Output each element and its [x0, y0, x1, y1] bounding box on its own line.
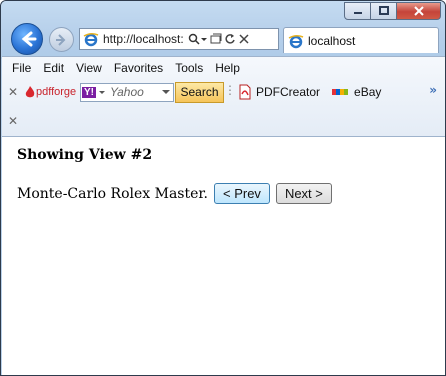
menu-tools[interactable]: Tools — [169, 61, 209, 75]
browser-window: http://localhost: localhost File Edit Vi… — [0, 0, 446, 376]
pdfforge-label: pdfforge — [36, 86, 77, 98]
page-content: Showing View #2 Monte-Carlo Rolex Master… — [2, 136, 445, 375]
pdf-file-icon — [239, 84, 251, 100]
compatibility-view-icon[interactable] — [210, 33, 222, 45]
ebay-label: eBay — [354, 85, 382, 99]
toolbar-grip[interactable]: ⋮ — [224, 83, 236, 101]
ebay-button[interactable]: eBay — [332, 85, 381, 99]
dropdown-arrow-icon[interactable] — [200, 33, 208, 45]
tab-localhost[interactable]: localhost — [283, 27, 439, 53]
search-placeholder: Yahoo — [110, 85, 144, 99]
menu-edit[interactable]: Edit — [37, 61, 70, 75]
stop-icon[interactable] — [238, 33, 250, 45]
dropdown-arrow-icon[interactable] — [161, 87, 171, 97]
chevron-right-icon[interactable]: » — [429, 83, 437, 97]
window-controls — [344, 2, 441, 20]
close-icon — [413, 6, 424, 16]
empty-toolbar: ✕ — [2, 109, 445, 133]
yahoo-logo-icon: Y! — [82, 86, 96, 98]
search-button[interactable]: Search — [175, 81, 224, 103]
address-text[interactable]: http://localhost: — [103, 32, 184, 46]
menu-file[interactable]: File — [6, 61, 37, 75]
pdfforge-toolbar: ✕ pdfforge Y! Yahoo Search ⋮ PDFCreator — [2, 79, 445, 105]
pdfcreator-button[interactable]: PDFCreator — [238, 84, 320, 100]
ie-tab-icon — [288, 34, 304, 48]
minimize-button[interactable] — [344, 2, 371, 20]
forward-button[interactable] — [49, 27, 74, 52]
refresh-icon[interactable] — [224, 33, 236, 45]
pdfforge-flame-icon — [25, 86, 35, 98]
back-button[interactable] — [11, 23, 43, 55]
view-line: Monte-Carlo Rolex Master. < Prev Next > — [17, 183, 332, 204]
menu-view[interactable]: View — [70, 61, 108, 75]
view-text: Monte-Carlo Rolex Master. — [17, 185, 208, 202]
pdfcreator-label: PDFCreator — [256, 85, 321, 99]
next-button[interactable]: Next > — [275, 183, 332, 204]
dropdown-arrow-icon[interactable] — [98, 87, 106, 97]
close-button[interactable] — [397, 2, 441, 20]
maximize-button[interactable] — [371, 2, 397, 20]
toolbar-area: File Edit View Favorites Tools Help ✕ pd… — [2, 56, 445, 136]
search-icon[interactable] — [188, 33, 200, 45]
ie-page-icon — [83, 32, 99, 47]
address-bar[interactable]: http://localhost: — [79, 28, 279, 50]
menu-help[interactable]: Help — [209, 61, 246, 75]
tab-title: localhost — [308, 33, 356, 48]
ebay-logo-icon — [332, 89, 349, 95]
yahoo-search-input[interactable]: Y! Yahoo — [80, 82, 174, 102]
close-toolbar-icon[interactable]: ✕ — [2, 85, 24, 99]
menu-favorites[interactable]: Favorites — [108, 61, 169, 75]
close-toolbar-icon[interactable]: ✕ — [2, 114, 24, 128]
forward-arrow-icon — [56, 34, 66, 46]
pdfforge-logo[interactable]: pdfforge — [24, 85, 80, 99]
page-heading: Showing View #2 — [17, 147, 153, 163]
minimize-icon — [353, 12, 362, 14]
title-bar: http://localhost: localhost — [1, 1, 445, 59]
maximize-icon — [378, 6, 389, 15]
back-arrow-icon — [21, 31, 37, 47]
menu-bar: File Edit View Favorites Tools Help — [2, 57, 246, 79]
prev-button[interactable]: < Prev — [214, 183, 270, 204]
